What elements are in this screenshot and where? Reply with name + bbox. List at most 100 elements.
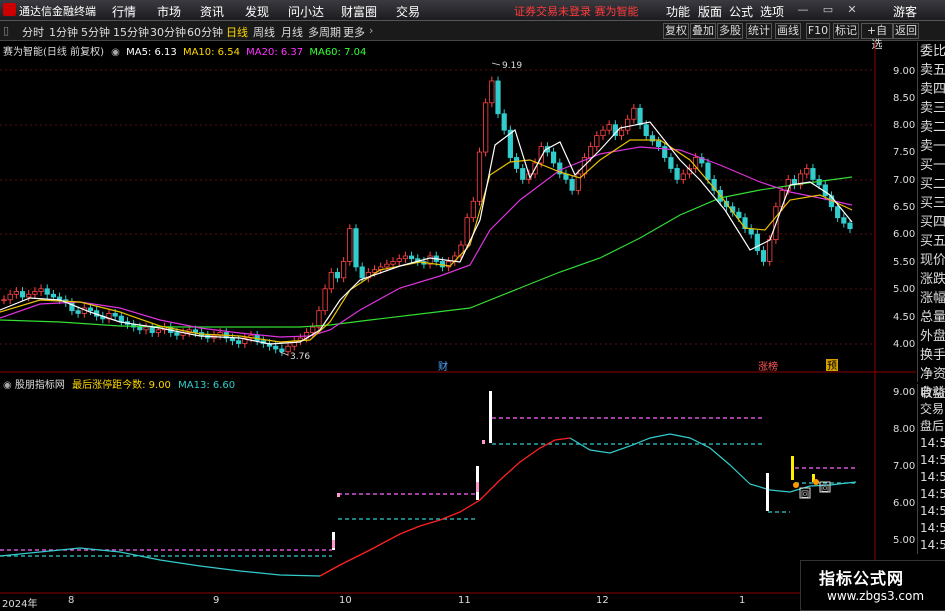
menu-item-options[interactable]: 选项 [760, 3, 784, 20]
ma20-label: MA20: 6.37 [246, 47, 304, 58]
login-warning[interactable]: 证券交易未登录 赛为智能 [514, 3, 639, 19]
guest-label[interactable]: 游客 [893, 3, 917, 20]
sub-settings-icon[interactable]: ◉ [3, 380, 12, 391]
candle-body [124, 321, 131, 325]
tab-period-1min[interactable]: 1分钟 [49, 24, 78, 40]
f10-button[interactable]: F10 [806, 23, 830, 39]
chevron-right-icon[interactable]: › [369, 24, 373, 37]
sidebar2-item-trade[interactable]: 交易 [918, 401, 945, 418]
tab-period-15min[interactable]: 15分钟 [113, 24, 149, 40]
minimize-icon[interactable]: — [797, 4, 809, 16]
sidebar-item-price[interactable]: 现价 [918, 251, 945, 270]
low-pointer [279, 351, 289, 356]
overlay-button[interactable]: 叠加 [690, 23, 716, 39]
menu-item-layout[interactable]: 版面 [698, 3, 722, 20]
kline-chart[interactable]: 9.00 8.50 8.00 7.50 7.00 6.50 6.00 5.50 … [0, 0, 916, 594]
ma13-curve-cyan-2 [569, 433, 811, 493]
tab-period-multi[interactable]: 多周期 [308, 24, 341, 40]
tab-period-more[interactable]: 更多 [343, 24, 365, 40]
statistics-button[interactable]: 统计 [746, 23, 772, 39]
collapse-icon[interactable]: ▯ [3, 24, 9, 37]
sidebar2-time: 14:56 [920, 470, 945, 484]
mark-button[interactable]: 标记 [833, 23, 859, 39]
sidebar-item-ask4[interactable]: 卖四 [918, 80, 945, 99]
maximize-icon[interactable]: ▭ [822, 4, 834, 16]
tab-period-weekly[interactable]: 周线 [253, 24, 275, 40]
menu-item-wealth-circle[interactable]: 财富圈 [341, 3, 377, 20]
return-marker[interactable]: 回 [801, 490, 809, 499]
menu-item-trade[interactable]: 交易 [396, 3, 420, 20]
y-tick: 5.50 [893, 257, 915, 268]
sidebar-item-bid5[interactable]: 买五 [918, 232, 945, 251]
menu-item-quotes[interactable]: 行情 [112, 3, 136, 20]
sidebar-item-bid2[interactable]: 买二 [918, 175, 945, 194]
period-toolbar: ▯ 分时 1分钟 5分钟 15分钟 30分钟 60分钟 日线 周线 月线 多周期… [0, 21, 945, 51]
tab-period-daily[interactable]: 日线 [226, 24, 248, 40]
menu-item-function[interactable]: 功能 [666, 3, 690, 20]
y-tick: 4.50 [893, 312, 915, 323]
candle-body [242, 337, 248, 344]
main-chart-info: 赛为智能(日线 前复权) ◉ MA5: 6.13 MA10: 6.54 MA20… [3, 43, 366, 58]
sidebar2-item-auto[interactable]: 自动 [918, 384, 945, 401]
y-tick: 7.00 [893, 175, 915, 186]
forecast-marker[interactable]: 预 [827, 360, 837, 372]
return-marker[interactable]: 回 [821, 484, 829, 493]
candle-body [816, 178, 822, 186]
menu-item-news[interactable]: 资讯 [200, 3, 224, 20]
limit-up-bar [337, 493, 340, 497]
ma10-label: MA10: 6.54 [182, 47, 240, 58]
candle-body [371, 269, 378, 273]
tab-period-timeshare[interactable]: 分时 [22, 24, 44, 40]
add-favorite-button[interactable]: +自选 [861, 23, 893, 51]
finance-marker[interactable]: 财 [438, 360, 448, 373]
limit-up-rank-marker[interactable]: 涨榜 [758, 360, 778, 373]
tab-period-60min[interactable]: 60分钟 [187, 24, 223, 40]
watermark-title: 指标公式网 [819, 569, 905, 588]
tab-period-monthly[interactable]: 月线 [281, 24, 303, 40]
candle-body [310, 326, 316, 333]
candle-body [717, 189, 723, 202]
sidebar-item-order-ratio[interactable]: 委比 [918, 42, 945, 61]
trade-sidebar: 自动 交易 盘后 14:56 14:56 14:56 14:56 14:56 1… [917, 384, 945, 554]
sidebar2-item-after-hours[interactable]: 盘后 [918, 418, 945, 435]
multi-stock-button[interactable]: 多股 [717, 23, 743, 39]
candle-body [693, 157, 699, 169]
candle-body [199, 332, 205, 336]
indicator-name[interactable]: 股朋指标网 [15, 380, 65, 391]
candle-body [378, 266, 384, 271]
sidebar-item-bid1[interactable]: 买一 [918, 156, 945, 175]
sidebar-item-ask1[interactable]: 卖一 [918, 137, 945, 156]
settings-icon[interactable]: ◉ [111, 47, 120, 58]
sidebar-item-ask2[interactable]: 卖二 [918, 118, 945, 137]
menu-item-market[interactable]: 市场 [157, 3, 181, 20]
candle-body [779, 189, 785, 208]
menu-item-assistant[interactable]: 问小达 [288, 3, 324, 20]
sidebar-item-change[interactable]: 涨跌 [918, 270, 945, 289]
draw-line-button[interactable]: 画线 [775, 23, 801, 39]
back-button[interactable]: 返回 [893, 23, 919, 39]
sidebar-item-ask3[interactable]: 卖三 [918, 99, 945, 118]
tab-period-30min[interactable]: 30分钟 [150, 24, 186, 40]
candle-body [606, 124, 612, 131]
candle-body [476, 151, 483, 202]
sidebar-item-ask5[interactable]: 卖五 [918, 61, 945, 80]
ma5-line [0, 121, 853, 345]
adjust-button[interactable]: 复权 [663, 23, 689, 39]
close-icon[interactable]: ✕ [846, 4, 858, 16]
candle-body [655, 140, 662, 147]
menu-item-discover[interactable]: 发现 [245, 3, 269, 20]
sidebar-item-bid4[interactable]: 买四 [918, 213, 945, 232]
tab-period-5min[interactable]: 5分钟 [81, 24, 110, 40]
sidebar-item-outer[interactable]: 外盘 [918, 327, 945, 346]
candle-body [322, 288, 328, 312]
candle-body [87, 307, 94, 312]
candle-body [273, 345, 279, 350]
sidebar-item-net-asset[interactable]: 净资 [918, 365, 945, 384]
stock-name[interactable]: 赛为智能 [3, 47, 43, 58]
sidebar-item-change-pct[interactable]: 涨幅 [918, 289, 945, 308]
menu-item-formula[interactable]: 公式 [729, 3, 753, 20]
sidebar-item-bid3[interactable]: 买三 [918, 194, 945, 213]
sidebar-item-volume[interactable]: 总量 [918, 308, 945, 327]
sidebar-item-turnover[interactable]: 换手 [918, 346, 945, 365]
date-tick: 2024年 [2, 599, 38, 610]
